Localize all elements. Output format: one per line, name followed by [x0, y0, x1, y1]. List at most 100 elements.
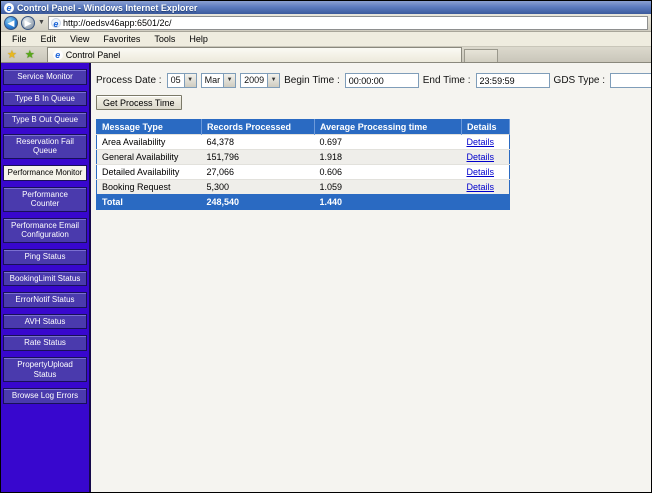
main-panel: Process Date : 05▼ Mar▼ 2009▼ Begin Time… [91, 63, 651, 492]
address-bar: ◀ ▶ ▼ e [1, 14, 651, 32]
tab-bar: ★ ★ e Control Panel [1, 47, 651, 63]
process-time-table: Message Type Records Processed Average P… [96, 119, 510, 210]
sidebar-item-label: AVH Status [25, 317, 66, 327]
sidebar-item-label: BookingLimit Status [10, 274, 81, 284]
cell-message-type: General Availability [97, 149, 202, 164]
header-average-processing-time: Average Processing time [315, 119, 462, 134]
cell-records: 64,378 [202, 134, 315, 149]
cell-message-type: Area Availability [97, 134, 202, 149]
tab-title: Control Panel [66, 50, 121, 60]
sidebar-item-label: Type B Out Queue [12, 115, 78, 125]
sidebar-item-propertyupload-status[interactable]: PropertyUpload Status [3, 357, 87, 382]
total-avg-time: 1.440 [315, 194, 462, 209]
sidebar-item-label: ErrorNotif Status [15, 295, 74, 305]
gds-type-select-value [611, 74, 651, 87]
title-bar: e Control Panel - Windows Internet Explo… [1, 1, 651, 14]
menu-tools[interactable]: Tools [147, 33, 182, 45]
sidebar-item-type-b-in-queue[interactable]: Type B In Queue [3, 91, 87, 107]
table-header-row: Message Type Records Processed Average P… [97, 119, 510, 134]
year-select[interactable]: 2009▼ [240, 73, 280, 88]
details-link[interactable]: Details [467, 182, 495, 192]
chevron-down-icon: ▼ [267, 74, 279, 87]
sidebar-item-ping-status[interactable]: Ping Status [3, 249, 87, 265]
sidebar-item-label: Reservation Fail Queue [7, 137, 83, 156]
sidebar-item-label: Performance Monitor [8, 168, 83, 178]
month-select-value: Mar [202, 74, 224, 87]
page-favicon: e [51, 18, 61, 28]
table-row: Booking Request 5,300 1.059 Details [97, 179, 510, 194]
cell-records: 5,300 [202, 179, 315, 194]
table-row: Area Availability 64,378 0.697 Details [97, 134, 510, 149]
cell-message-type: Detailed Availability [97, 164, 202, 179]
cell-records: 151,796 [202, 149, 315, 164]
sidebar-item-label: PropertyUpload Status [7, 360, 83, 379]
day-select[interactable]: 05▼ [167, 73, 197, 88]
sidebar-item-label: Service Monitor [17, 72, 73, 82]
sidebar-item-label: Type B In Queue [15, 94, 75, 104]
chevron-down-icon: ▼ [223, 74, 235, 87]
new-tab-stub[interactable] [464, 49, 498, 62]
menu-view[interactable]: View [63, 33, 96, 45]
total-label: Total [97, 194, 202, 209]
page-content: Service Monitor Type B In Queue Type B O… [1, 63, 651, 492]
menu-bar: File Edit View Favorites Tools Help [1, 32, 651, 47]
browser-window: e Control Panel - Windows Internet Explo… [0, 0, 652, 493]
day-select-value: 05 [168, 74, 184, 87]
table-row: General Availability 151,796 1.918 Detai… [97, 149, 510, 164]
sidebar-item-rate-status[interactable]: Rate Status [3, 335, 87, 351]
sidebar-item-performance-monitor[interactable]: Performance Monitor [3, 165, 87, 181]
details-link[interactable]: Details [467, 152, 495, 162]
header-message-type: Message Type [97, 119, 202, 134]
cell-avg-time: 0.697 [315, 134, 462, 149]
history-dropdown-icon[interactable]: ▼ [38, 19, 45, 26]
header-details: Details [462, 119, 510, 134]
menu-edit[interactable]: Edit [34, 33, 64, 45]
sidebar-item-avh-status[interactable]: AVH Status [3, 314, 87, 330]
cell-avg-time: 1.059 [315, 179, 462, 194]
end-time-input[interactable] [476, 73, 550, 88]
end-time-label: End Time : [423, 75, 471, 86]
gds-type-label: GDS Type : [554, 75, 606, 86]
sidebar-item-errornotif-status[interactable]: ErrorNotif Status [3, 292, 87, 308]
sidebar-item-type-b-out-queue[interactable]: Type B Out Queue [3, 112, 87, 128]
ie-logo-icon: e [4, 3, 14, 13]
sidebar-item-label: Performance Counter [7, 190, 83, 209]
back-button[interactable]: ◀ [4, 16, 18, 30]
sidebar-nav: Service Monitor Type B In Queue Type B O… [1, 63, 91, 492]
begin-time-label: Begin Time : [284, 75, 340, 86]
url-input[interactable] [63, 18, 645, 28]
forward-button[interactable]: ▶ [21, 16, 35, 30]
window-title: Control Panel - Windows Internet Explore… [17, 3, 197, 13]
sidebar-item-label: Ping Status [25, 252, 66, 262]
sidebar-item-bookinglimit-status[interactable]: BookingLimit Status [3, 271, 87, 287]
year-select-value: 2009 [241, 74, 267, 87]
details-link[interactable]: Details [467, 167, 495, 177]
month-select[interactable]: Mar▼ [201, 73, 237, 88]
total-details-empty [462, 194, 510, 209]
chevron-down-icon: ▼ [184, 74, 196, 87]
table-row: Detailed Availability 27,066 0.606 Detai… [97, 164, 510, 179]
cell-message-type: Booking Request [97, 179, 202, 194]
sidebar-item-reservation-fail-queue[interactable]: Reservation Fail Queue [3, 134, 87, 159]
sidebar-item-label: Rate Status [24, 338, 66, 348]
get-process-time-button[interactable]: Get Process Time [96, 95, 182, 110]
details-link[interactable]: Details [467, 137, 495, 147]
sidebar-item-browse-log-errors[interactable]: Browse Log Errors [3, 388, 87, 404]
sidebar-item-service-monitor[interactable]: Service Monitor [3, 69, 87, 85]
favorites-star-icon[interactable]: ★ [3, 48, 21, 62]
menu-help[interactable]: Help [182, 33, 215, 45]
sidebar-item-performance-email-configuration[interactable]: Performance Email Configuration [3, 218, 87, 243]
filter-form: Process Date : 05▼ Mar▼ 2009▼ Begin Time… [96, 73, 651, 88]
tab-control-panel[interactable]: e Control Panel [47, 47, 462, 62]
sidebar-item-performance-counter[interactable]: Performance Counter [3, 187, 87, 212]
add-favorite-star-icon[interactable]: ★ [21, 48, 39, 62]
begin-time-input[interactable] [345, 73, 419, 88]
process-date-label: Process Date : [96, 75, 162, 86]
menu-favorites[interactable]: Favorites [96, 33, 147, 45]
cell-avg-time: 1.918 [315, 149, 462, 164]
gds-type-select[interactable]: ▼ [610, 73, 651, 88]
cell-avg-time: 0.606 [315, 164, 462, 179]
menu-file[interactable]: File [5, 33, 34, 45]
tab-favicon: e [53, 50, 63, 60]
cell-records: 27,066 [202, 164, 315, 179]
